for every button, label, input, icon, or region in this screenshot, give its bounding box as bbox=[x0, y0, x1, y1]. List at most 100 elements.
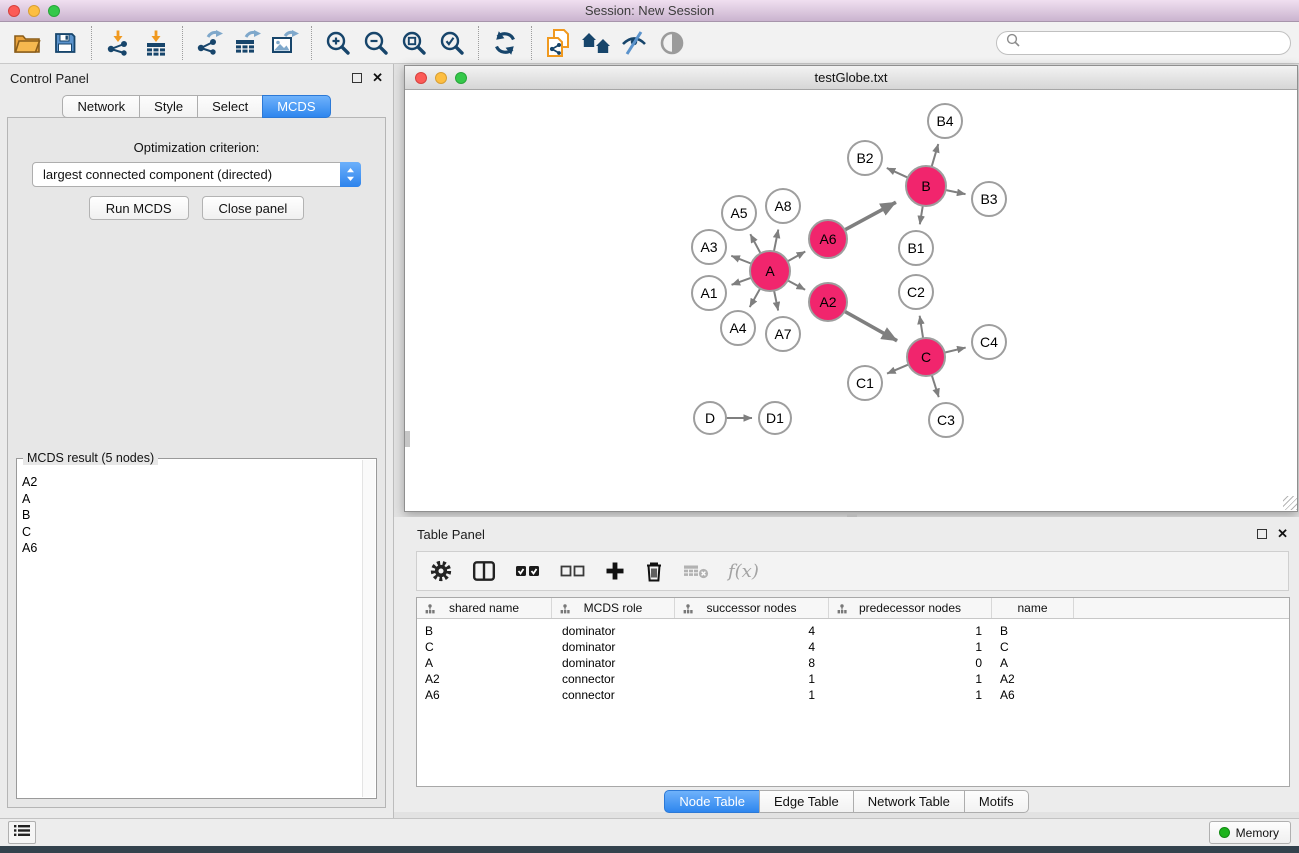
graph-node-A8[interactable]: A8 bbox=[766, 189, 800, 223]
tab-motifs[interactable]: Motifs bbox=[964, 790, 1029, 813]
import-table-icon[interactable] bbox=[137, 25, 175, 61]
new-network-from-selection-icon[interactable] bbox=[539, 25, 577, 61]
table-cell[interactable]: B bbox=[417, 623, 552, 639]
graph-node-B1[interactable]: B1 bbox=[899, 231, 933, 265]
graph-edge-A-A1[interactable] bbox=[732, 278, 751, 285]
hide-selected-icon[interactable] bbox=[615, 25, 653, 61]
tab-network[interactable]: Network bbox=[62, 95, 140, 118]
graph-node-C[interactable]: C bbox=[907, 338, 945, 376]
float-panel-icon[interactable] bbox=[352, 73, 362, 83]
table-cell[interactable]: 1 bbox=[829, 687, 992, 703]
delete-column-icon[interactable] bbox=[644, 560, 664, 582]
table-cell[interactable]: 4 bbox=[675, 623, 829, 639]
zoom-out-icon[interactable] bbox=[357, 25, 395, 61]
tab-node-table[interactable]: Node Table bbox=[664, 790, 760, 813]
result-item[interactable]: A6 bbox=[22, 540, 361, 557]
vertical-scrollbar-fragment[interactable] bbox=[405, 431, 410, 447]
graph-node-A5[interactable]: A5 bbox=[722, 196, 756, 230]
table-cell[interactable]: C bbox=[417, 639, 552, 655]
graph-node-D[interactable]: D bbox=[694, 402, 726, 434]
graph-node-D1[interactable]: D1 bbox=[759, 402, 791, 434]
tab-style[interactable]: Style bbox=[139, 95, 198, 118]
tab-select[interactable]: Select bbox=[197, 95, 263, 118]
table-cell[interactable]: 1 bbox=[675, 687, 829, 703]
graph-edge-A-A6[interactable] bbox=[788, 252, 805, 262]
run-mcds-button[interactable]: Run MCDS bbox=[89, 196, 189, 220]
task-history-button[interactable] bbox=[8, 821, 36, 844]
criterion-select[interactable]: largest connected component (directed) bbox=[32, 162, 361, 187]
network-view[interactable]: B4B2BB3A5A8A6A3AB1A1A2C2A4A7C4CC1C3DD1 bbox=[405, 90, 1297, 510]
graph-node-A4[interactable]: A4 bbox=[721, 311, 755, 345]
import-network-icon[interactable] bbox=[99, 25, 137, 61]
tab-mcds[interactable]: MCDS bbox=[262, 95, 330, 118]
graph-edge-B-B1[interactable] bbox=[920, 206, 923, 224]
network-close-icon[interactable] bbox=[415, 72, 427, 84]
graph-node-A[interactable]: A bbox=[750, 251, 790, 291]
tab-edge-table[interactable]: Edge Table bbox=[759, 790, 854, 813]
table-cell[interactable]: 1 bbox=[675, 671, 829, 687]
table-row[interactable]: A2connector11A2 bbox=[417, 671, 1289, 687]
graph-edge-B-B3[interactable] bbox=[946, 190, 965, 194]
table-cell[interactable]: 1 bbox=[829, 623, 992, 639]
table-cell[interactable]: A bbox=[992, 655, 1074, 671]
close-panel-button[interactable]: Close panel bbox=[202, 196, 305, 220]
network-minimize-icon[interactable] bbox=[435, 72, 447, 84]
table-cell[interactable]: C bbox=[992, 639, 1074, 655]
graph-edge-A-A2[interactable] bbox=[788, 281, 805, 290]
close-window-icon[interactable] bbox=[8, 5, 20, 17]
export-image-icon[interactable] bbox=[266, 25, 304, 61]
graph-edge-C-C2[interactable] bbox=[920, 316, 923, 338]
graph-node-A6[interactable]: A6 bbox=[809, 220, 847, 258]
graph-node-B4[interactable]: B4 bbox=[928, 104, 962, 138]
table-cell[interactable]: A6 bbox=[992, 687, 1074, 703]
graph-edge-C-C1[interactable] bbox=[887, 365, 908, 374]
zoom-selected-icon[interactable] bbox=[433, 25, 471, 61]
table-cell[interactable]: dominator bbox=[552, 655, 675, 671]
zoom-in-icon[interactable] bbox=[319, 25, 357, 61]
graph-node-B[interactable]: B bbox=[906, 166, 946, 206]
graph-edge-C-C4[interactable] bbox=[945, 348, 966, 353]
graph-node-C2[interactable]: C2 bbox=[899, 275, 933, 309]
table-cell[interactable]: A6 bbox=[417, 687, 552, 703]
float-table-panel-icon[interactable] bbox=[1257, 529, 1267, 539]
search-input[interactable] bbox=[1025, 34, 1281, 52]
table-cell[interactable]: dominator bbox=[552, 623, 675, 639]
export-network-icon[interactable] bbox=[190, 25, 228, 61]
zoom-fit-icon[interactable] bbox=[395, 25, 433, 61]
graph-edge-A2-C[interactable] bbox=[845, 312, 897, 341]
column-header[interactable]: name bbox=[992, 598, 1074, 618]
table-cell[interactable]: 0 bbox=[829, 655, 992, 671]
add-column-icon[interactable] bbox=[605, 561, 625, 581]
result-item[interactable]: A bbox=[22, 491, 361, 508]
graph-node-B3[interactable]: B3 bbox=[972, 182, 1006, 216]
network-window-titlebar[interactable]: testGlobe.txt bbox=[405, 66, 1297, 90]
graph-edge-B-B2[interactable] bbox=[887, 168, 908, 177]
column-header[interactable]: successor nodes bbox=[675, 598, 829, 618]
resize-grip-icon[interactable] bbox=[1283, 496, 1297, 510]
graph-node-C4[interactable]: C4 bbox=[972, 325, 1006, 359]
save-session-icon[interactable] bbox=[46, 25, 84, 61]
memory-button[interactable]: Memory bbox=[1209, 821, 1291, 844]
deselect-all-icon[interactable] bbox=[560, 562, 586, 580]
gear-icon[interactable] bbox=[429, 559, 453, 583]
tab-network-table[interactable]: Network Table bbox=[853, 790, 965, 813]
graph-edge-B-B4[interactable] bbox=[932, 144, 939, 166]
table-cell[interactable]: 1 bbox=[829, 639, 992, 655]
graph-node-A3[interactable]: A3 bbox=[692, 230, 726, 264]
refresh-icon[interactable] bbox=[486, 25, 524, 61]
table-cell[interactable]: A bbox=[417, 655, 552, 671]
column-header[interactable]: shared name bbox=[417, 598, 552, 618]
table-cell[interactable]: dominator bbox=[552, 639, 675, 655]
table-cell[interactable]: B bbox=[992, 623, 1074, 639]
graph-edge-A-A3[interactable] bbox=[731, 256, 751, 264]
table-cell[interactable]: connector bbox=[552, 671, 675, 687]
column-selector-icon[interactable] bbox=[472, 559, 496, 583]
graph-node-A7[interactable]: A7 bbox=[766, 317, 800, 351]
column-header[interactable]: predecessor nodes bbox=[829, 598, 992, 618]
graph-node-A2[interactable]: A2 bbox=[809, 283, 847, 321]
table-row[interactable]: Adominator80A bbox=[417, 655, 1289, 671]
table-cell[interactable]: 1 bbox=[829, 671, 992, 687]
open-session-icon[interactable] bbox=[8, 25, 46, 61]
table-row[interactable]: Cdominator41C bbox=[417, 639, 1289, 655]
result-item[interactable]: B bbox=[22, 507, 361, 524]
